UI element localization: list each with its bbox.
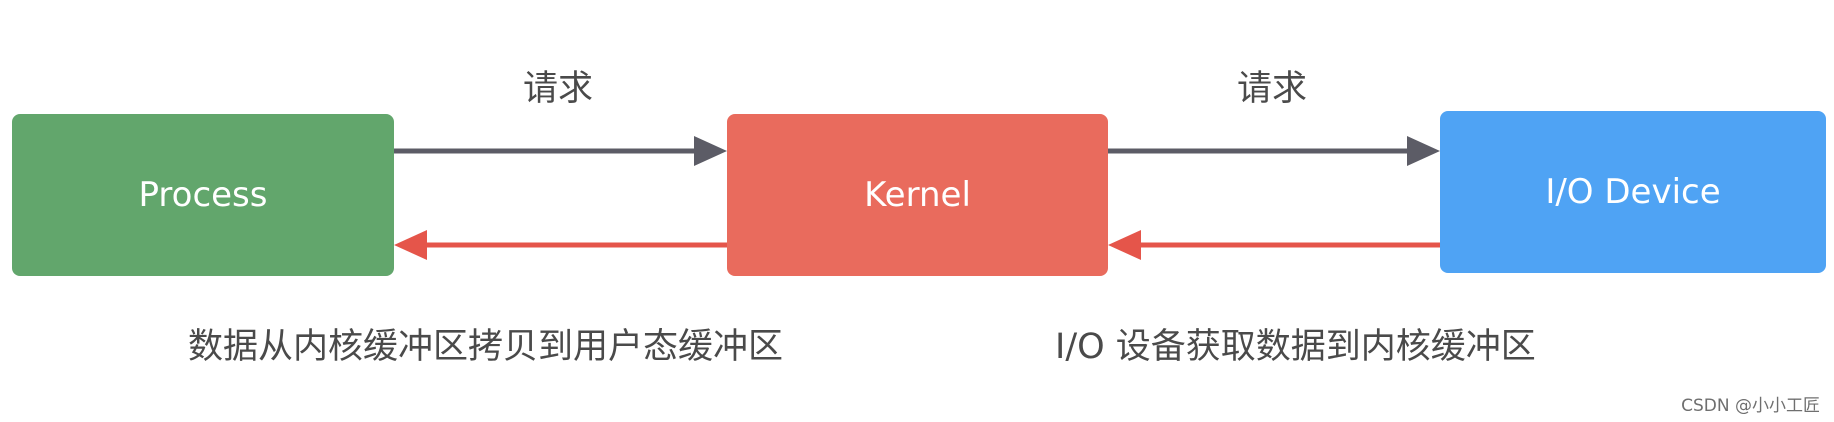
response-arrow-kernel-to-process (394, 230, 727, 260)
request-label-2: 请求 (1237, 69, 1308, 109)
io-device-box: I/O Device (1440, 111, 1826, 273)
request-arrow-process-to-kernel (394, 136, 727, 166)
caption-device-to-kernel: I/O 设备获取数据到内核缓冲区 (1055, 327, 1536, 367)
kernel-label: Kernel (864, 175, 971, 215)
response-arrow-device-to-kernel (1108, 230, 1440, 260)
request-arrow-kernel-to-device (1108, 136, 1440, 166)
watermark: CSDN @小小工匠 (1681, 396, 1820, 416)
process-box: Process (12, 114, 394, 276)
process-label: Process (138, 175, 268, 215)
caption-kernel-to-user: 数据从内核缓冲区拷贝到用户态缓冲区 (188, 327, 784, 367)
request-label-1: 请求 (523, 69, 594, 109)
io-device-label: I/O Device (1545, 172, 1721, 212)
kernel-box: Kernel (727, 114, 1108, 276)
